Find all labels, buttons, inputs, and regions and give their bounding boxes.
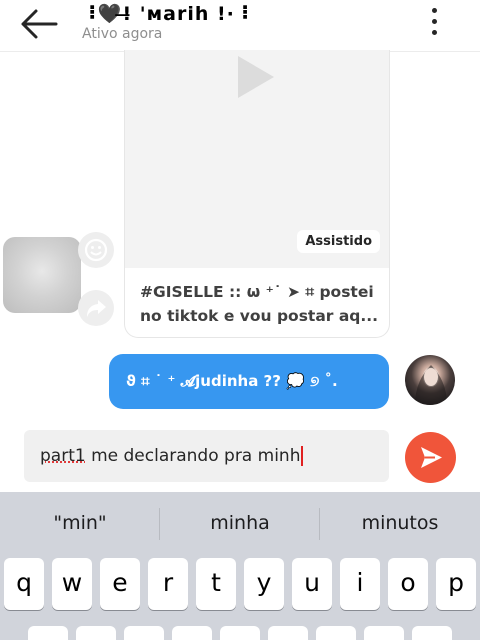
chat-contact[interactable]: ⠸🖤!̶ 'ᴍarih !·⠸ Ativo agora xyxy=(82,2,382,42)
text-caret xyxy=(301,446,304,466)
message-input-text[interactable]: part1 me declarando pra minh xyxy=(40,430,304,482)
key-o[interactable]: o xyxy=(388,558,428,610)
suggestion-1[interactable]: "min" xyxy=(0,492,160,554)
suggestion-bar: "min" minha minutos xyxy=(0,492,480,554)
chat-header: ⠸🖤!̶ 'ᴍarih !·⠸ Ativo agora xyxy=(0,0,480,52)
post-caption-line-1: #GISELLE :: ω ⁺˙ ➤ ⌗ postei xyxy=(140,283,374,301)
key-w[interactable]: w xyxy=(52,558,92,610)
avatar[interactable] xyxy=(405,355,455,405)
key-row2-partial[interactable] xyxy=(76,626,116,640)
key-row2-partial[interactable] xyxy=(316,626,356,640)
post-caption-line-2: no tiktok e vou postar aq... xyxy=(140,307,379,325)
blurred-thumbnail[interactable] xyxy=(3,237,81,313)
key-row2-partial[interactable] xyxy=(124,626,164,640)
key-row2-partial[interactable] xyxy=(364,626,404,640)
key-i[interactable]: i xyxy=(340,558,380,610)
key-row2-partial[interactable] xyxy=(28,626,68,640)
post-media[interactable]: Assistido xyxy=(125,50,389,268)
send-icon xyxy=(421,447,442,468)
suggestion-3[interactable]: minutos xyxy=(320,492,480,554)
key-e[interactable]: e xyxy=(100,558,140,610)
share-icon[interactable] xyxy=(78,290,114,326)
emoji-react-icon[interactable] xyxy=(78,232,114,268)
key-row2-partial[interactable] xyxy=(412,626,452,640)
suggestion-2[interactable]: minha xyxy=(160,492,320,554)
key-row2-partial[interactable] xyxy=(268,626,308,640)
sent-message-bubble[interactable]: ϑ ⌗ ˙ ⁺ 𝓐judinha ?? 💭 ୭ ˚. xyxy=(109,354,389,409)
message-input[interactable]: part1 me declarando pra minh xyxy=(24,430,389,482)
active-status: Ativo agora xyxy=(82,26,163,42)
misspelled-word: part1 xyxy=(40,446,86,466)
watched-badge: Assistido xyxy=(297,230,380,253)
post-caption: #GISELLE :: ω ⁺˙ ➤ ⌗ postei no tiktok e … xyxy=(140,280,380,328)
key-row2-partial[interactable] xyxy=(172,626,212,640)
shared-post-card[interactable]: Assistido #GISELLE :: ω ⁺˙ ➤ ⌗ postei no… xyxy=(124,50,390,338)
back-arrow-icon[interactable] xyxy=(20,8,60,40)
contact-name: ⠸🖤!̶ 'ᴍarih !·⠸ xyxy=(82,3,251,25)
key-row2-partial[interactable] xyxy=(220,626,260,640)
key-y[interactable]: y xyxy=(244,558,284,610)
message-input-rest: me declarando pra minh xyxy=(85,446,301,466)
key-r[interactable]: r xyxy=(148,558,188,610)
play-icon xyxy=(238,56,274,98)
key-t[interactable]: t xyxy=(196,558,236,610)
key-p[interactable]: p xyxy=(436,558,476,610)
key-q[interactable]: q xyxy=(4,558,44,610)
more-vertical-icon[interactable] xyxy=(424,8,444,42)
key-u[interactable]: u xyxy=(292,558,332,610)
send-button[interactable] xyxy=(405,432,456,483)
